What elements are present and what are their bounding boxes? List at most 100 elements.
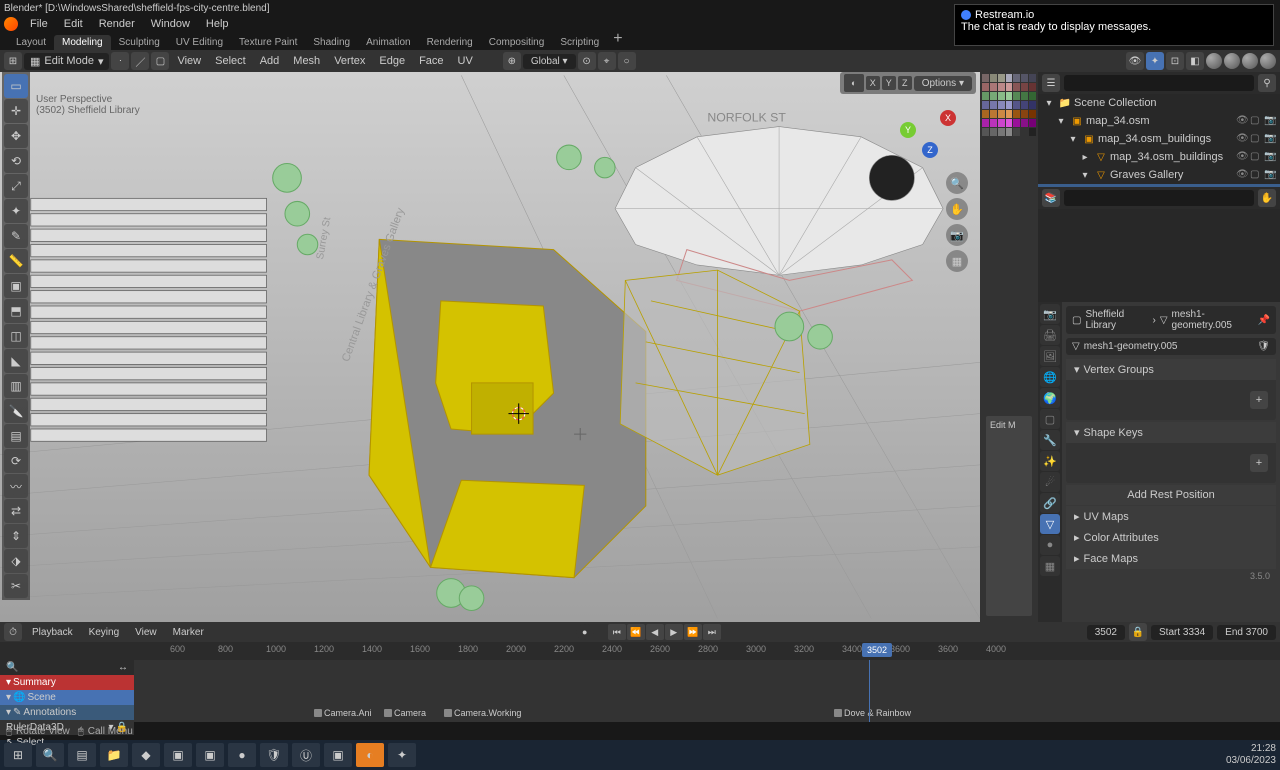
inset-tool[interactable]: ◫ <box>4 324 28 348</box>
dopesheet-channels[interactable]: 🔍↔ ▾Summary ▾🌐Scene ▾✎Annotations RulerD… <box>0 660 134 722</box>
app4-icon[interactable]: ● <box>228 743 256 767</box>
loopcut-tool[interactable]: ▥ <box>4 374 28 398</box>
menu-render[interactable]: Render <box>91 18 143 30</box>
menu-mesh[interactable]: Mesh <box>287 55 326 67</box>
spin-tool[interactable]: ⟳ <box>4 449 28 473</box>
rip-tool[interactable]: ✂ <box>4 574 28 598</box>
playback-menu[interactable]: Playback <box>26 627 79 638</box>
tab-texture[interactable]: Texture Paint <box>231 35 305 50</box>
unreal-icon[interactable]: Ⓤ <box>292 743 320 767</box>
lock-range-icon[interactable]: 🔒 <box>1129 623 1147 641</box>
shading-render-icon[interactable] <box>1260 53 1276 69</box>
options-dropdown[interactable]: Options ▾ <box>914 76 972 91</box>
tab-sculpting[interactable]: Sculpting <box>111 35 168 50</box>
edge-slide-tool[interactable]: ⇄ <box>4 499 28 523</box>
prop-tab-data[interactable]: ▽ <box>1040 514 1060 534</box>
bc-object[interactable]: Sheffield Library <box>1085 309 1148 331</box>
select-mode-vertex-icon[interactable]: ⋅ <box>111 52 129 70</box>
gizmo-icon[interactable]: ✦ <box>1146 52 1164 70</box>
explorer-icon[interactable]: 📁 <box>100 743 128 767</box>
tab-animation[interactable]: Animation <box>358 35 418 50</box>
annotate-tool[interactable]: ✎ <box>4 224 28 248</box>
vertex-groups-header[interactable]: ▾Vertex Groups <box>1066 359 1276 380</box>
prop-tab-viewlayer[interactable]: 🖼 <box>1040 346 1060 366</box>
prop-tab-scene[interactable]: 🌐 <box>1040 367 1060 387</box>
dope-scene[interactable]: ▾🌐Scene <box>0 690 134 705</box>
outliner-tree[interactable]: ▾📁 Scene Collection ▾▣ map_34.osm 👁▢📷 ▾▣… <box>1038 94 1280 187</box>
keyframe-next-icon[interactable]: ⏩ <box>684 624 702 640</box>
shading-solid-icon[interactable] <box>1224 53 1240 69</box>
secondary-viewport-controls[interactable]: Edit M <box>986 416 1032 616</box>
menu-edit[interactable]: Edit <box>56 18 91 30</box>
prop-tab-render[interactable]: 📷 <box>1040 304 1060 324</box>
zoom-icon[interactable]: 🔍 <box>946 172 968 194</box>
dope-summary[interactable]: ▾Summary <box>0 675 134 690</box>
current-frame[interactable]: 3502 <box>1087 625 1125 640</box>
prop-tab-modifier[interactable]: 🔧 <box>1040 430 1060 450</box>
add-cube-tool[interactable]: ▣ <box>4 274 28 298</box>
jump-start-icon[interactable]: ⏮ <box>608 624 626 640</box>
playhead[interactable]: 3502 <box>862 643 892 657</box>
bevel-tool[interactable]: ◣ <box>4 349 28 373</box>
prop-tab-material[interactable]: ● <box>1040 535 1060 555</box>
shape-keys-header[interactable]: ▾Shape Keys <box>1066 422 1276 443</box>
orientation-icon[interactable]: ⊕ <box>503 52 521 70</box>
axis-y-label[interactable]: Y <box>882 76 896 90</box>
jump-end-icon[interactable]: ⏭ <box>703 624 721 640</box>
start-frame[interactable]: Start 3334 <box>1151 625 1213 640</box>
menu-uv-header[interactable]: UV <box>452 55 479 67</box>
play-reverse-icon[interactable]: ◀ <box>646 624 664 640</box>
cursor-tool[interactable]: ✛ <box>4 99 28 123</box>
prop-tab-world[interactable]: 🌍 <box>1040 388 1060 408</box>
orientation-select[interactable]: Global ▾ <box>523 54 576 69</box>
shrink-tool[interactable]: ⇕ <box>4 524 28 548</box>
asset-search-input[interactable] <box>1064 190 1254 206</box>
add-vertex-group-button[interactable]: + <box>1250 391 1268 409</box>
menu-view[interactable]: View <box>171 55 207 67</box>
tree-scene-collection[interactable]: ▾📁 Scene Collection <box>1038 94 1280 112</box>
keying-menu[interactable]: Keying <box>83 627 126 638</box>
marker-camera-ani[interactable]: Camera.Ani <box>314 708 372 718</box>
tab-layout[interactable]: Layout <box>8 35 54 50</box>
extrude-tool[interactable]: ⬒ <box>4 299 28 323</box>
tab-compositing[interactable]: Compositing <box>481 35 553 50</box>
tree-map-osm[interactable]: ▾▣ map_34.osm 👁▢📷 <box>1038 112 1280 130</box>
blender-task-icon[interactable]: ◐ <box>356 743 384 767</box>
gizmo-z-icon[interactable]: Z <box>922 142 938 158</box>
prop-tab-output[interactable]: 🖨 <box>1040 325 1060 345</box>
add-rest-position-button[interactable]: Add Rest Position <box>1066 485 1276 505</box>
filter-icon[interactable]: ⚲ <box>1258 74 1276 92</box>
app5-icon[interactable]: 🛡 <box>260 743 288 767</box>
pivot-icon[interactable]: ⊙ <box>578 52 596 70</box>
tab-rendering[interactable]: Rendering <box>419 35 481 50</box>
select-box-tool[interactable]: ▭ <box>4 74 28 98</box>
outliner-search-input[interactable] <box>1064 75 1254 91</box>
axis-z-label[interactable]: Z <box>898 76 912 90</box>
prop-tab-particle[interactable]: ✨ <box>1040 451 1060 471</box>
keyframe-prev-icon[interactable]: ⏪ <box>627 624 645 640</box>
color-attributes-header[interactable]: ▸Color Attributes <box>1066 527 1276 548</box>
gizmo-x-icon[interactable]: X <box>940 110 956 126</box>
menu-window[interactable]: Window <box>143 18 198 30</box>
pan-hand-icon[interactable]: ✋ <box>1258 189 1276 207</box>
tree-buildings2[interactable]: ▸▽ map_34.osm_buildings 👁▢📷 <box>1038 148 1280 166</box>
mode-select[interactable]: ▦ Edit Mode ▾ <box>24 53 109 70</box>
select-visible-icon[interactable]: ◐ <box>844 74 864 92</box>
mesh-name-field[interactable]: ▽ mesh1-geometry.005 🛡 <box>1066 338 1276 355</box>
overlay-icon[interactable]: ⊡ <box>1166 52 1184 70</box>
marker-menu[interactable]: Marker <box>167 627 210 638</box>
perspective-icon[interactable]: ▦ <box>946 250 968 272</box>
camera-icon[interactable]: 📷 <box>946 224 968 246</box>
gizmo-y-icon[interactable]: Y <box>900 122 916 138</box>
select-mode-face-icon[interactable]: ▢ <box>151 52 169 70</box>
fake-user-icon[interactable]: 🛡 <box>1257 341 1270 352</box>
dopesheet-tracks[interactable]: Camera.Ani Camera Camera.Working Dove & … <box>134 660 1280 722</box>
tab-scripting[interactable]: Scripting <box>552 35 607 50</box>
app3-icon[interactable]: ▣ <box>196 743 224 767</box>
marker-camera[interactable]: Camera <box>384 708 426 718</box>
shear-tool[interactable]: ⬗ <box>4 549 28 573</box>
prop-tab-object[interactable]: ▢ <box>1040 409 1060 429</box>
view-menu[interactable]: View <box>129 627 163 638</box>
asset-type-icon[interactable]: 📚 <box>1042 189 1060 207</box>
bc-mesh[interactable]: mesh1-geometry.005 <box>1172 309 1254 331</box>
